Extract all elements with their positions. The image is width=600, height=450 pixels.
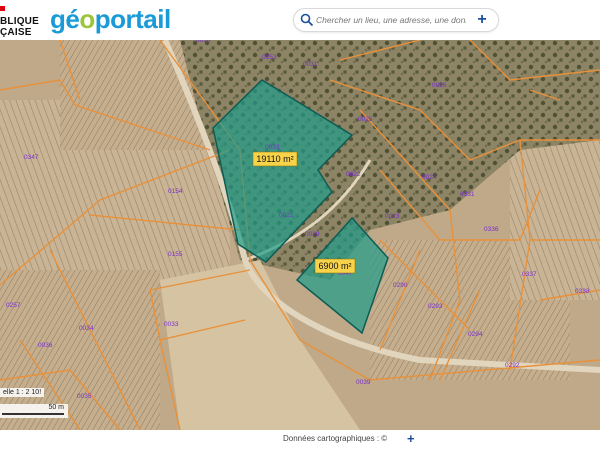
parcel-number: 0331	[460, 191, 475, 198]
parcel-number: 0022	[346, 171, 361, 178]
area-label-2: 6900 m²	[314, 258, 356, 274]
parcel-number: 0336	[484, 226, 499, 233]
parcel-number: 0024	[422, 174, 437, 181]
parcel-number: 0035	[77, 393, 92, 400]
search-bar[interactable]: +	[294, 9, 498, 31]
parcel-number: 0257	[6, 302, 21, 309]
scale-bar: 50 m	[0, 404, 68, 418]
parcel-number: 0034	[79, 325, 94, 332]
scale-line	[2, 413, 64, 415]
parcel-number: 0026	[432, 82, 447, 89]
flag-icon	[0, 6, 5, 11]
parcel-number: 0292	[505, 362, 520, 369]
parcel-number: 0029	[305, 231, 320, 238]
parcel-number: 0018	[196, 40, 211, 44]
search-input[interactable]	[316, 12, 466, 28]
republic-line-1: BLIQUE	[0, 16, 39, 27]
brand-prefix: gé	[50, 4, 80, 34]
republic-line-2: ÇAISE	[0, 27, 32, 38]
parcel-number: 0154	[168, 188, 183, 195]
search-icon	[300, 13, 314, 27]
brand-o: o	[79, 4, 95, 34]
parcel-number: 0033	[164, 321, 179, 328]
parcel-number: 0290	[393, 282, 408, 289]
parcel-number: 0025	[358, 116, 373, 123]
parcel-number: 0031	[303, 61, 318, 68]
credits-expand-button[interactable]: +	[407, 431, 415, 446]
scale-ratio: elle 1 : 2 10!	[0, 388, 45, 397]
brand-suffix: portail	[94, 4, 171, 34]
parcel-number: 0023	[385, 213, 400, 220]
parcel-number: 0155	[168, 251, 183, 258]
parcel-number: 0253	[262, 54, 277, 61]
search-plus-button[interactable]: +	[472, 10, 492, 30]
vineyard-central	[100, 150, 230, 290]
area-label-text-2: 6900 m²	[318, 261, 351, 271]
parcel-number: 0293	[428, 303, 443, 310]
footer-bar: Données cartographiques : © +	[0, 430, 600, 450]
parcel-number: 0039	[356, 379, 371, 386]
aerial-map[interactable]: 0253 0031 0026 0025 0033 0347 0154 0022 0024 0331…	[0, 40, 600, 430]
parcel-number: 0338	[575, 288, 590, 295]
parcel-number: 0347	[24, 154, 39, 161]
header-bar: BLIQUE ÇAISE géoportail +	[0, 0, 600, 40]
parcel-number: 0021	[279, 212, 294, 219]
republique-francaise-logo[interactable]: BLIQUE ÇAISE	[0, 6, 44, 38]
scale-indicator: elle 1 : 2 10! 50 m	[0, 384, 70, 420]
geoportail-logo[interactable]: géoportail	[50, 4, 171, 35]
map-credits: Données cartographiques : ©	[283, 434, 388, 443]
parcel-number: 0337	[522, 271, 537, 278]
parcel-number: 0033	[265, 144, 280, 151]
parcel-number: 0036	[38, 342, 53, 349]
scale-distance: 50 m	[48, 404, 64, 411]
area-label-1: 19110 m²	[252, 151, 298, 167]
area-label-text-1: 19110 m²	[256, 154, 293, 164]
parcel-number: 0294	[468, 331, 483, 338]
map-view[interactable]: 0253 0031 0026 0025 0033 0347 0154 0022 0024 0331…	[0, 40, 600, 430]
